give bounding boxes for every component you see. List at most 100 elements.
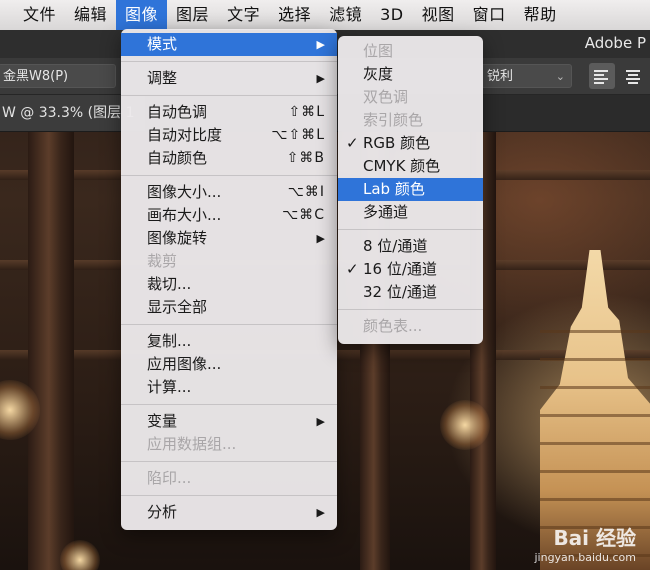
menu-file[interactable]: 文件 (14, 0, 65, 30)
menu-item-label: 16 位/通道 (363, 260, 437, 278)
mode-indexed-color[interactable]: 索引颜色 (338, 109, 483, 132)
menu-item-label: 索引颜色 (363, 111, 424, 129)
mode-color-table[interactable]: 颜色表... (338, 315, 483, 338)
mode-bitmap[interactable]: 位图 (338, 40, 483, 63)
menu-item-label: 自动色调 (147, 103, 208, 121)
menu-layer[interactable]: 图层 (167, 0, 218, 30)
menu-item-label: 8 位/通道 (363, 237, 428, 255)
align-center-button[interactable] (620, 63, 646, 89)
menu-separator (121, 324, 337, 325)
checkmark-icon: ✓ (346, 134, 359, 152)
menu-item-label: 分析 (147, 503, 178, 521)
menu-separator (121, 404, 337, 405)
align-center-icon-line (626, 78, 640, 80)
align-center-icon-line (628, 82, 638, 84)
menu-separator (121, 175, 337, 176)
watermark-brand: Bai 经验 (553, 526, 636, 550)
anti-alias-select[interactable]: 锐利 ⌄ (480, 64, 572, 88)
menu-item-calculations[interactable]: 计算... (121, 376, 337, 399)
image-menu: 模式 ▶ 调整 ▶ 自动色调 ⇧⌘L 自动对比度 ⌥⇧⌘L 自动颜色 ⇧⌘B 图… (121, 29, 337, 530)
menu-item-auto-contrast[interactable]: 自动对比度 ⌥⇧⌘L (121, 124, 337, 147)
menu-item-analysis[interactable]: 分析 ▶ (121, 501, 337, 524)
menu-separator (338, 229, 483, 230)
mode-lab-color[interactable]: Lab 颜色 (338, 178, 483, 201)
menu-separator (121, 95, 337, 96)
menu-view[interactable]: 视图 (413, 0, 464, 30)
align-center-icon-line (628, 74, 638, 76)
menu-separator (121, 461, 337, 462)
anti-alias-value: 锐利 (487, 69, 514, 84)
menu-item-auto-color[interactable]: 自动颜色 ⇧⌘B (121, 147, 337, 170)
watermark: Bai 经验 jingyan.baidu.com (534, 522, 636, 564)
menu-item-label: 应用数据组... (147, 435, 237, 453)
menu-item-label: 裁切... (147, 275, 192, 293)
menu-item-label: 陷印... (147, 469, 192, 487)
mode-duotone[interactable]: 双色调 (338, 86, 483, 109)
menu-item-shortcut: ⇧⌘B (286, 150, 325, 166)
menu-type[interactable]: 文字 (218, 0, 269, 30)
align-center-icon (626, 70, 640, 72)
menu-item-label: 自动颜色 (147, 149, 208, 167)
mode-submenu: 位图 灰度 双色调 索引颜色 ✓ RGB 颜色 CMYK 颜色 Lab 颜色 多… (338, 36, 483, 344)
menu-item-label: 灰度 (363, 65, 394, 83)
pillar (28, 130, 74, 570)
chevron-down-icon: ⌄ (555, 70, 565, 83)
menu-help[interactable]: 帮助 (515, 0, 566, 30)
app-title: Adobe P (584, 34, 646, 52)
menu-separator (338, 309, 483, 310)
align-left-button[interactable] (589, 63, 615, 89)
menu-item-apply-image[interactable]: 应用图像... (121, 353, 337, 376)
mode-grayscale[interactable]: 灰度 (338, 63, 483, 86)
menu-item-adjust[interactable]: 调整 ▶ (121, 67, 337, 90)
menu-item-canvas-size[interactable]: 画布大小... ⌥⌘C (121, 204, 337, 227)
align-left-icon-line (594, 74, 604, 76)
menu-filter[interactable]: 滤镜 (320, 0, 371, 30)
menu-item-label: 双色调 (363, 88, 409, 106)
menu-item-image-size[interactable]: 图像大小... ⌥⌘I (121, 181, 337, 204)
menu-item-auto-tone[interactable]: 自动色调 ⇧⌘L (121, 101, 337, 124)
menu-item-label: 多通道 (363, 203, 409, 221)
menu-item-trim[interactable]: 裁切... (121, 273, 337, 296)
menu-item-reveal-all[interactable]: 显示全部 (121, 296, 337, 319)
align-left-icon-line (594, 82, 604, 84)
menu-item-label: RGB 颜色 (363, 134, 431, 152)
menu-select[interactable]: 选择 (269, 0, 320, 30)
menu-image[interactable]: 图像 (116, 0, 168, 30)
menu-window[interactable]: 窗口 (464, 0, 515, 30)
menu-item-label: 位图 (363, 42, 394, 60)
menu-edit[interactable]: 编辑 (65, 0, 116, 30)
mode-16-bits[interactable]: ✓ 16 位/通道 (338, 258, 483, 281)
menu-item-trap[interactable]: 陷印... (121, 467, 337, 490)
lamp-glow (440, 400, 490, 450)
mode-multichannel[interactable]: 多通道 (338, 201, 483, 224)
font-family-select[interactable]: 金黑W8(P) (0, 64, 116, 88)
menu-item-label: 32 位/通道 (363, 283, 437, 301)
menu-item-mode[interactable]: 模式 ▶ (121, 33, 337, 56)
checkmark-icon: ✓ (346, 260, 359, 278)
menu-item-label: 显示全部 (147, 298, 208, 316)
mode-8-bits[interactable]: 8 位/通道 (338, 235, 483, 258)
menu-bar: 文件 编辑 图像 图层 文字 选择 滤镜 3D 视图 窗口 帮助 (0, 0, 650, 31)
menu-item-label: 应用图像... (147, 355, 222, 373)
submenu-arrow-icon: ▶ (316, 72, 325, 85)
menu-item-label: 调整 (147, 69, 178, 87)
menu-item-label: 模式 (147, 35, 178, 53)
menu-separator (121, 495, 337, 496)
mode-32-bits[interactable]: 32 位/通道 (338, 281, 483, 304)
align-left-icon-line (594, 78, 608, 80)
menu-item-shortcut: ⌥⌘C (282, 207, 325, 223)
menu-item-image-rotation[interactable]: 图像旋转 ▶ (121, 227, 337, 250)
menu-item-variables[interactable]: 变量 ▶ (121, 410, 337, 433)
menu-item-duplicate[interactable]: 复制... (121, 330, 337, 353)
menu-3d[interactable]: 3D (371, 0, 413, 30)
submenu-arrow-icon: ▶ (316, 506, 325, 519)
menu-item-shortcut: ⇧⌘L (288, 104, 325, 120)
submenu-arrow-icon: ▶ (316, 415, 325, 428)
menu-item-shortcut: ⌥⇧⌘L (271, 127, 325, 143)
mode-rgb-color[interactable]: ✓ RGB 颜色 (338, 132, 483, 155)
menu-separator (121, 61, 337, 62)
watermark-url: jingyan.baidu.com (534, 551, 636, 564)
menu-item-crop[interactable]: 裁剪 (121, 250, 337, 273)
menu-item-apply-data-set[interactable]: 应用数据组... (121, 433, 337, 456)
mode-cmyk-color[interactable]: CMYK 颜色 (338, 155, 483, 178)
